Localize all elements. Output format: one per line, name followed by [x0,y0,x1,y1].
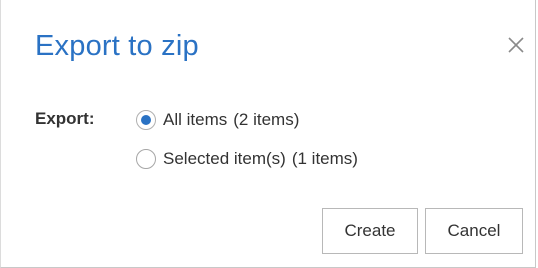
export-dialog: Export to zip Export: All items (2 items… [0,0,536,268]
option-label-selected-items: Selected item(s) [163,149,286,168]
close-button[interactable] [506,35,526,55]
close-icon [506,35,526,55]
option-label-all-items: All items [163,110,228,129]
export-label: Export: [35,109,95,128]
radio-all-items[interactable] [136,110,156,130]
option-count-selected-items: (1 items) [291,149,358,168]
cancel-button[interactable]: Cancel [425,208,523,254]
dialog-title: Export to zip [35,30,199,62]
option-count-all-items: (2 items) [233,110,300,129]
radio-option-selected-items[interactable]: Selected item(s) (1 items) [136,147,358,171]
radio-option-all-items[interactable]: All items (2 items) [136,108,299,132]
create-button[interactable]: Create [322,208,418,254]
radio-selected-items[interactable] [136,149,156,169]
